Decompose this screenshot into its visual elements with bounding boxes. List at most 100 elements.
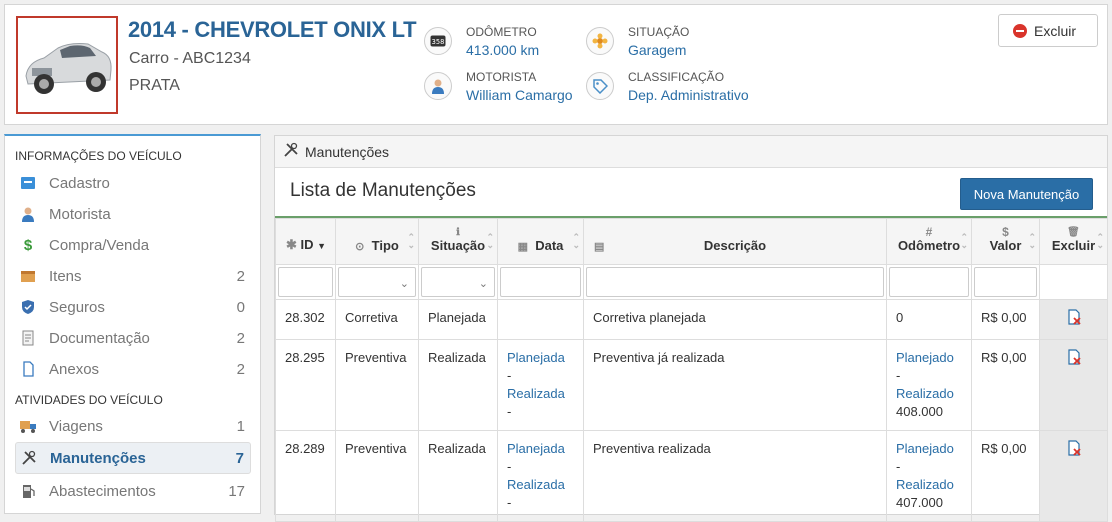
sidebar-item-anexos[interactable]: Anexos 2 [15, 353, 251, 385]
sidebar-section-atividades: ATIVIDADES DO VEÍCULO [15, 393, 163, 407]
filter-situacao-select[interactable]: ⌄ [421, 267, 495, 297]
sidebar-item-itens[interactable]: Itens 2 [15, 260, 251, 292]
filter-odometro-input[interactable] [889, 267, 969, 297]
sidebar-item-label: Manutenções [50, 449, 146, 467]
table-row[interactable]: 28.289 Preventiva Realizada Planejada - … [275, 430, 1108, 522]
situacao-label: SITUAÇÃO [628, 25, 690, 39]
panel-tab-manutencoes[interactable]: Manutenções [275, 136, 1107, 168]
sidebar-item-motorista[interactable]: Motorista [15, 198, 251, 230]
sidebar-item-seguros[interactable]: Seguros 0 [15, 291, 251, 323]
sort-icon: ⌃ ⌄ [1028, 232, 1036, 250]
new-maintenance-button[interactable]: Nova Manutenção [960, 178, 1093, 210]
odometro-planejado-link[interactable]: Planejado [896, 440, 962, 458]
sidebar-item-count: 2 [236, 360, 245, 378]
minus-circle-icon [1013, 23, 1027, 38]
data-realizada-link[interactable]: Realizada [507, 476, 574, 494]
sidebar-item-abastecimentos[interactable]: Abastecimentos 17 [15, 475, 251, 507]
odometro-planejado-link[interactable]: Planejado [896, 349, 962, 367]
vehicle-subtitle: Carro - ABC1234 [129, 50, 251, 67]
filter-id-input[interactable] [278, 267, 333, 297]
sidebar-item-count: 2 [236, 329, 245, 347]
sort-icon: ⌃ ⌄ [1096, 232, 1104, 250]
cell-valor: R$ 0,00 [971, 430, 1040, 522]
delete-doc-icon[interactable] [1066, 349, 1082, 368]
cell-data [497, 299, 584, 340]
column-header-id[interactable]: ✱ ID ▼ [275, 218, 336, 265]
data-separator: - [507, 459, 512, 474]
column-header-tipo[interactable]: ⊙ Tipo ⌃ ⌄ [335, 218, 419, 265]
column-header-label: ID [300, 237, 314, 252]
cell-id: 28.289 [275, 430, 336, 522]
cell-odometro: Planejado - Realizado 407.000 [886, 430, 972, 522]
column-header-data[interactable]: ▦ Data ⌃ ⌄ [497, 218, 584, 265]
sidebar-item-label: Itens [49, 267, 82, 285]
filter-valor-input[interactable] [974, 267, 1037, 297]
sort-desc-icon: ▼ [317, 241, 327, 251]
delete-doc-icon[interactable] [1066, 440, 1082, 459]
calendar-icon: ▦ [517, 241, 528, 253]
odometro-value: 408.000 [896, 404, 943, 419]
sidebar-item-viagens[interactable]: Viagens 1 [15, 410, 251, 442]
chevron-down-icon: ⌄ [478, 278, 488, 290]
box-icon [18, 266, 38, 286]
odometro-separator: - [896, 368, 901, 383]
filter-tipo-select[interactable]: ⌄ [338, 267, 416, 297]
odometer-icon: 358 [424, 27, 452, 55]
sidebar-item-documentacao[interactable]: Documentação 2 [15, 322, 251, 354]
column-header-situacao[interactable]: ℹ Situação ⌃ ⌄ [418, 218, 498, 265]
sidebar-item-count: 1 [236, 417, 245, 435]
data-realizada-link[interactable]: Realizada [507, 385, 574, 403]
sort-icon: ⌃ ⌄ [486, 232, 494, 250]
data-planejada-link[interactable]: Planejada [507, 349, 574, 367]
data-planejada-link[interactable]: Planejada [507, 440, 574, 458]
fuel-icon [18, 481, 38, 501]
classificacao-value[interactable]: Dep. Administrativo [628, 87, 749, 103]
classificacao-label: CLASSIFICAÇÃO [628, 70, 725, 84]
sidebar-item-manutencoes[interactable]: Manutenções 7 [15, 442, 251, 474]
info-icon: ℹ [456, 227, 460, 238]
truck-icon [18, 416, 38, 436]
sidebar-item-compra-venda[interactable]: $ Compra/Venda [15, 229, 251, 261]
cell-odometro: 0 [886, 299, 972, 340]
odometro-label: ODÔMETRO [466, 25, 537, 39]
cell-situacao: Realizada [418, 339, 498, 431]
dollar-icon: $ [23, 236, 33, 254]
column-header-valor[interactable]: $ Valor ⌃ ⌄ [971, 218, 1040, 265]
odometro-value: 407.000 [896, 495, 943, 510]
table-row[interactable]: 28.302 Corretiva Planejada Corretiva pla… [275, 299, 1108, 340]
delete-doc-icon[interactable] [1066, 309, 1082, 328]
column-header-label: Odômetro [897, 238, 961, 253]
odometro-realizado-link[interactable]: Realizado [896, 385, 962, 403]
file-icon [18, 359, 38, 379]
filter-descricao-input[interactable] [586, 267, 884, 297]
vehicle-title: 2014 - CHEVROLET ONIX LT [128, 17, 417, 42]
cell-excluir [1039, 430, 1108, 522]
hash-icon: # [925, 225, 933, 239]
cell-tipo: Preventiva [335, 430, 419, 522]
cell-excluir [1039, 339, 1108, 431]
radio-icon: ⊙ [355, 241, 365, 253]
table-row[interactable]: 28.295 Preventiva Realizada Planejada - … [275, 339, 1108, 431]
column-header-label: Excluir [1051, 238, 1096, 253]
cell-situacao: Realizada [418, 430, 498, 522]
driver-icon [18, 204, 38, 224]
cell-tipo: Corretiva [335, 299, 419, 340]
delete-vehicle-label: Excluir [1034, 22, 1077, 39]
cell-odometro: Planejado - Realizado 408.000 [886, 339, 972, 431]
motorista-value[interactable]: William Camargo [466, 87, 573, 103]
column-header-odometro[interactable]: # Odômetro ⌃ ⌄ [886, 218, 972, 265]
tools-icon [283, 142, 299, 161]
filter-data-input[interactable] [500, 267, 581, 297]
sidebar-item-cadastro[interactable]: Cadastro [15, 167, 251, 199]
flower-icon [586, 27, 614, 55]
vehicle-sidebar: INFORMAÇÕES DO VEÍCULO Cadastro Motorist… [4, 134, 261, 514]
delete-vehicle-button[interactable]: Excluir [998, 14, 1098, 47]
vehicle-header: 2014 - CHEVROLET ONIX LT Carro - ABC1234… [4, 4, 1108, 125]
column-header-excluir[interactable]: 🗑 Excluir ⌃ ⌄ [1039, 218, 1108, 265]
odometro-realizado-link[interactable]: Realizado [896, 476, 962, 494]
column-header-descricao[interactable]: ▤ Descrição [583, 218, 887, 265]
panel-tab-label: Manutenções [305, 143, 390, 160]
situacao-value[interactable]: Garagem [628, 42, 686, 58]
cell-tipo: Preventiva [335, 339, 419, 431]
svg-text:358: 358 [432, 38, 445, 46]
